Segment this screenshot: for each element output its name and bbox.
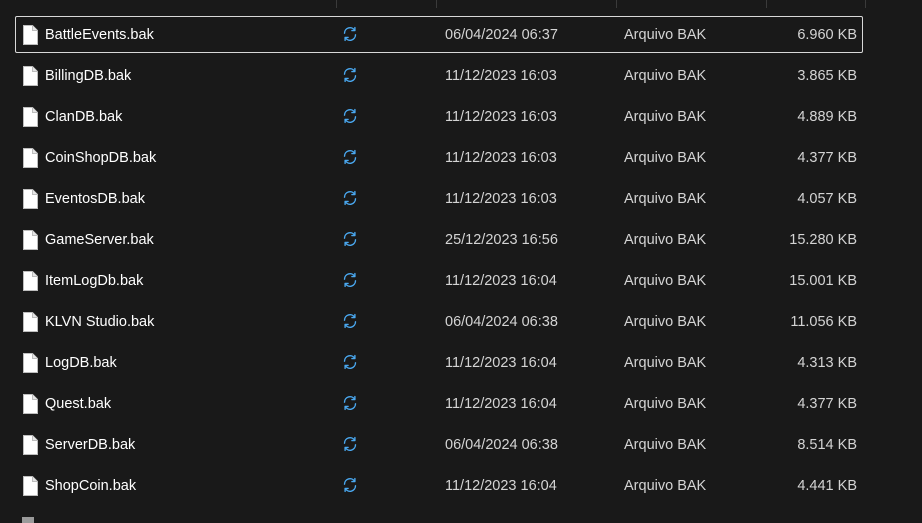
file-date-modified: 11/12/2023 16:03 bbox=[445, 108, 557, 125]
file-name[interactable]: ShopCoin.bak bbox=[45, 477, 136, 495]
file-type: Arquivo BAK bbox=[624, 190, 707, 207]
column-header-remnant bbox=[0, 0, 922, 8]
file-name[interactable]: GameServer.bak bbox=[45, 231, 154, 249]
file-name[interactable]: Quest.bak bbox=[45, 395, 111, 413]
file-size: 3.865 KB bbox=[797, 67, 857, 84]
file-type: Arquivo BAK bbox=[624, 436, 707, 453]
file-icon bbox=[22, 270, 38, 291]
file-size: 4.377 KB bbox=[797, 149, 857, 166]
file-type: Arquivo BAK bbox=[624, 26, 707, 43]
file-name[interactable]: KLVN Studio.bak bbox=[45, 313, 154, 331]
file-type: Arquivo BAK bbox=[624, 231, 707, 248]
column-divider[interactable] bbox=[766, 0, 767, 8]
file-row[interactable]: CoinShopDB.bak 11/12/2023 16:03 Arquivo BA… bbox=[15, 137, 863, 178]
file-date-modified: 11/12/2023 16:03 bbox=[445, 190, 557, 207]
column-divider[interactable] bbox=[865, 0, 866, 8]
file-name[interactable]: ClanDB.bak bbox=[45, 108, 122, 126]
sync-icon bbox=[342, 272, 360, 290]
file-type: Arquivo BAK bbox=[624, 313, 707, 330]
file-icon bbox=[22, 106, 38, 127]
file-type: Arquivo BAK bbox=[624, 67, 707, 84]
file-type: Arquivo BAK bbox=[624, 108, 707, 125]
file-size: 4.313 KB bbox=[797, 354, 857, 371]
sync-icon bbox=[342, 26, 360, 44]
file-size: 4.441 KB bbox=[797, 477, 857, 494]
file-date-modified: 11/12/2023 16:04 bbox=[445, 477, 557, 494]
file-date-modified: 11/12/2023 16:04 bbox=[445, 272, 557, 289]
sync-icon bbox=[342, 313, 360, 331]
file-name[interactable]: ServerDB.bak bbox=[45, 436, 135, 454]
file-type: Arquivo BAK bbox=[624, 272, 707, 289]
file-size: 15.001 KB bbox=[789, 272, 857, 289]
sync-icon bbox=[342, 190, 360, 208]
file-icon bbox=[22, 434, 38, 455]
file-date-modified: 06/04/2024 06:37 bbox=[445, 26, 558, 43]
file-row[interactable]: EventosDB.bak 11/12/2023 16:03 Arquivo BAK… bbox=[15, 178, 863, 219]
file-name[interactable]: BillingDB.bak bbox=[45, 67, 131, 85]
file-size: 8.514 KB bbox=[797, 436, 857, 453]
file-size: 6.960 KB bbox=[797, 26, 857, 43]
file-row[interactable]: LogDB.bak 11/12/2023 16:04 Arquivo BAK 4.31… bbox=[15, 342, 863, 383]
file-date-modified: 25/12/2023 16:56 bbox=[445, 231, 558, 248]
file-icon bbox=[22, 65, 38, 86]
file-row[interactable]: ServerDB.bak 06/04/2024 06:38 Arquivo BAK 8… bbox=[15, 424, 863, 465]
file-type: Arquivo BAK bbox=[624, 354, 707, 371]
file-icon bbox=[22, 475, 38, 496]
column-divider[interactable] bbox=[436, 0, 437, 8]
file-row[interactable]: Quest.bak 11/12/2023 16:04 Arquivo BAK 4.37… bbox=[15, 383, 863, 424]
file-name[interactable]: CoinShopDB.bak bbox=[45, 149, 156, 167]
file-row[interactable]: ClanDB.bak 11/12/2023 16:03 Arquivo BAK 4.8… bbox=[15, 96, 863, 137]
sync-icon bbox=[342, 231, 360, 249]
file-icon bbox=[22, 24, 38, 45]
column-divider[interactable] bbox=[616, 0, 617, 8]
file-icon bbox=[22, 229, 38, 250]
file-date-modified: 06/04/2024 06:38 bbox=[445, 313, 558, 330]
file-date-modified: 11/12/2023 16:04 bbox=[445, 354, 557, 371]
file-row[interactable]: BillingDB.bak 11/12/2023 16:03 Arquivo BAK… bbox=[15, 55, 863, 96]
file-icon bbox=[22, 352, 38, 373]
file-type: Arquivo BAK bbox=[624, 149, 707, 166]
sync-icon bbox=[342, 477, 360, 495]
file-name[interactable]: BattleEvents.bak bbox=[45, 26, 154, 44]
sync-icon bbox=[342, 436, 360, 454]
file-type: Arquivo BAK bbox=[624, 395, 707, 412]
file-row[interactable]: ShopCoin.bak 11/12/2023 16:04 Arquivo BAK 4… bbox=[15, 465, 863, 506]
sync-icon bbox=[342, 149, 360, 167]
file-list: BattleEvents.bak 06/04/2024 06:37 Arquivo … bbox=[15, 14, 863, 506]
file-name[interactable]: LogDB.bak bbox=[45, 354, 117, 372]
file-date-modified: 11/12/2023 16:03 bbox=[445, 67, 557, 84]
column-divider[interactable] bbox=[336, 0, 337, 8]
file-icon bbox=[22, 393, 38, 414]
file-date-modified: 11/12/2023 16:04 bbox=[445, 395, 557, 412]
file-date-modified: 06/04/2024 06:38 bbox=[445, 436, 558, 453]
file-size: 4.889 KB bbox=[797, 108, 857, 125]
file-name[interactable]: ItemLogDb.bak bbox=[45, 272, 143, 290]
file-size: 11.056 KB bbox=[790, 313, 857, 330]
file-size: 15.280 KB bbox=[789, 231, 857, 248]
file-size: 4.057 KB bbox=[797, 190, 857, 207]
sync-icon bbox=[342, 67, 360, 85]
file-row[interactable]: KLVN Studio.bak 06/04/2024 06:38 Arquivo B… bbox=[15, 301, 863, 342]
sync-icon bbox=[342, 395, 360, 413]
sync-icon bbox=[342, 354, 360, 372]
file-row[interactable]: BattleEvents.bak 06/04/2024 06:37 Arquivo … bbox=[15, 16, 863, 53]
partial-file-icon bbox=[22, 517, 34, 523]
file-date-modified: 11/12/2023 16:03 bbox=[445, 149, 557, 166]
file-icon bbox=[22, 188, 38, 209]
file-row[interactable]: ItemLogDb.bak 11/12/2023 16:04 Arquivo BAK… bbox=[15, 260, 863, 301]
sync-icon bbox=[342, 108, 360, 126]
file-icon bbox=[22, 147, 38, 168]
file-explorer-details-view: BattleEvents.bak 06/04/2024 06:37 Arquivo … bbox=[0, 0, 922, 523]
file-row[interactable]: GameServer.bak 25/12/2023 16:56 Arquivo BA… bbox=[15, 219, 863, 260]
file-type: Arquivo BAK bbox=[624, 477, 707, 494]
file-name[interactable]: EventosDB.bak bbox=[45, 190, 145, 208]
file-icon bbox=[22, 311, 38, 332]
file-size: 4.377 KB bbox=[797, 395, 857, 412]
